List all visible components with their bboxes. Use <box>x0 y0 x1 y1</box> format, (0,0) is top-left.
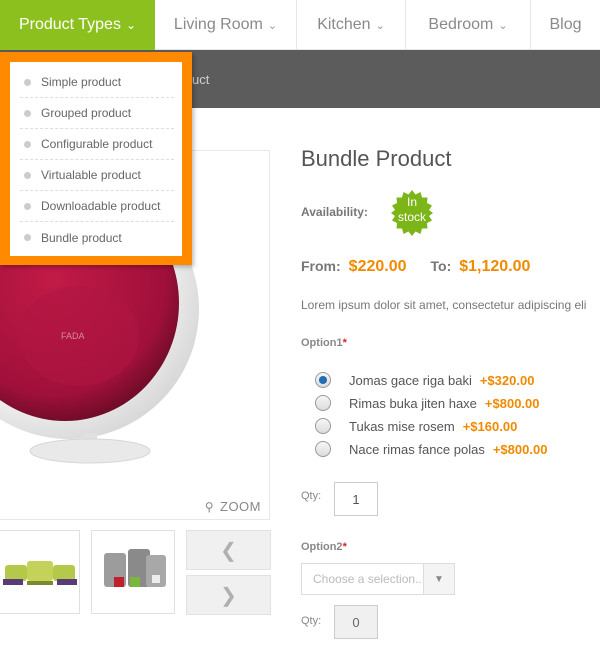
option2-qty-label: Qty: <box>301 615 322 627</box>
product-types-dropdown: Simple product Grouped product Configura… <box>0 52 192 265</box>
nav-blog[interactable]: Blog <box>531 0 600 50</box>
sofa-set-image <box>3 561 77 585</box>
chevron-down-icon: ⌄ <box>125 18 137 32</box>
zoom-label: ZOOM <box>220 499 261 514</box>
nav-label: Living Room <box>173 16 263 33</box>
radio-button[interactable] <box>315 395 331 411</box>
nav-label: Bedroom <box>428 16 494 33</box>
required-mark: * <box>342 541 347 553</box>
product-title: Bundle Product <box>301 146 452 171</box>
chevron-left-icon: ❮ <box>220 539 237 562</box>
choice-price: +$160.00 <box>462 418 518 434</box>
option1-qty-input[interactable]: 1 <box>334 482 378 516</box>
choice-name: Tukas mise rosem <box>349 418 455 434</box>
chevron-down-icon: ⌄ <box>267 19 278 32</box>
choice-price: +$800.00 <box>484 395 540 411</box>
breadcrumb: uct <box>192 72 210 87</box>
thumbnail-sofa-set[interactable] <box>0 530 80 614</box>
required-mark: * <box>342 337 347 349</box>
price-from-label: From: <box>301 258 341 274</box>
option1-choice-2[interactable]: Rimas buka jiten haxe +$800.00 <box>315 393 540 413</box>
bullet-icon <box>24 171 31 179</box>
wing-chairs-image <box>104 549 166 587</box>
radio-button[interactable] <box>315 441 331 457</box>
price-to-value: $1,120.00 <box>459 258 531 275</box>
dropdown-item-configurable[interactable]: Configurable product <box>20 129 174 160</box>
option2-qty-input[interactable]: 0 <box>334 605 378 639</box>
dropdown-item-virtual[interactable]: Virtualable product <box>20 160 174 191</box>
nav-label: Product Types <box>18 16 121 33</box>
choice-name: Rimas buka jiten haxe <box>349 395 477 411</box>
option1-choice-3[interactable]: Tukas mise rosem +$160.00 <box>315 416 517 436</box>
choice-price: +$800.00 <box>492 441 548 457</box>
dropdown-item-label: Virtualable product <box>41 168 141 182</box>
dropdown-item-label: Bundle product <box>41 230 122 245</box>
chevron-right-icon: ❯ <box>220 584 237 607</box>
nav-label: Blog <box>549 16 582 33</box>
bullet-icon <box>24 78 31 86</box>
choice-name: Jomas gace riga baki <box>349 372 472 388</box>
option2-label: Option2* <box>301 541 347 553</box>
nav-product-types[interactable]: Product Types ⌄ <box>0 0 155 50</box>
option1-choice-1[interactable]: Jomas gace riga baki +$320.00 <box>315 370 534 390</box>
svg-text:FADA: FADA <box>61 331 85 341</box>
bullet-icon <box>24 202 31 210</box>
option1-qty-label: Qty: <box>301 490 322 502</box>
nav-kitchen[interactable]: Kitchen ⌄ <box>297 0 406 50</box>
price-range: From: $220.00 To: $1,120.00 <box>301 258 530 276</box>
magnifier-icon: ⚲ <box>204 499 214 514</box>
dropdown-item-label: Configurable product <box>41 137 153 151</box>
nav-label: Kitchen <box>317 16 371 33</box>
availability-label: Availability: <box>301 205 368 219</box>
select-placeholder: Choose a selection... <box>313 572 423 586</box>
dropdown-item-label: Downloadable product <box>41 199 161 213</box>
bullet-icon <box>24 109 31 117</box>
option1-label: Option1* <box>301 337 347 349</box>
radio-button[interactable] <box>315 418 331 434</box>
radio-button[interactable] <box>315 372 331 388</box>
stock-line-1: In <box>406 195 417 209</box>
bullet-icon <box>24 140 31 148</box>
price-from-value: $220.00 <box>348 258 407 275</box>
price-to-label: To: <box>430 258 452 274</box>
dropdown-list: Simple product Grouped product Configura… <box>10 62 182 256</box>
choice-price: +$320.00 <box>479 372 535 388</box>
thumbnail-wing-chairs[interactable] <box>91 530 175 614</box>
nav-bedroom[interactable]: Bedroom ⌄ <box>406 0 531 50</box>
dropdown-item-simple[interactable]: Simple product <box>20 67 174 98</box>
gallery-prev-button[interactable]: ❮ <box>186 530 271 570</box>
product-description: Lorem ipsum dolor sit amet, consectetur … <box>301 298 587 312</box>
nav-living-room[interactable]: Living Room ⌄ <box>155 0 297 50</box>
caret-down-icon[interactable]: ▼ <box>423 564 454 594</box>
dropdown-item-grouped[interactable]: Grouped product <box>20 98 174 129</box>
chevron-down-icon: ⌄ <box>375 19 385 32</box>
bullet-icon <box>24 234 31 241</box>
gallery-next-button[interactable]: ❯ <box>186 575 271 615</box>
dropdown-item-label: Simple product <box>41 75 122 89</box>
dropdown-item-downloadable[interactable]: Downloadable product <box>20 191 174 222</box>
option1-choice-4[interactable]: Nace rimas fance polas +$800.00 <box>315 439 547 459</box>
dropdown-item-label: Grouped product <box>41 106 132 120</box>
stock-status-badge: In stock <box>389 195 435 225</box>
option1-label-text: Option1 <box>301 337 343 349</box>
top-nav: Product Types ⌄ Living Room ⌄ Kitchen ⌄ … <box>0 0 600 50</box>
choice-name: Nace rimas fance polas <box>349 441 485 457</box>
dropdown-item-bundle[interactable]: Bundle product <box>20 222 174 253</box>
option2-select[interactable]: Choose a selection... ▼ <box>301 563 455 595</box>
option2-label-text: Option2 <box>301 541 343 553</box>
stock-line-2: stock <box>397 210 426 224</box>
chevron-down-icon: ⌄ <box>498 19 508 32</box>
zoom-button[interactable]: ⚲ ZOOM <box>205 499 261 514</box>
